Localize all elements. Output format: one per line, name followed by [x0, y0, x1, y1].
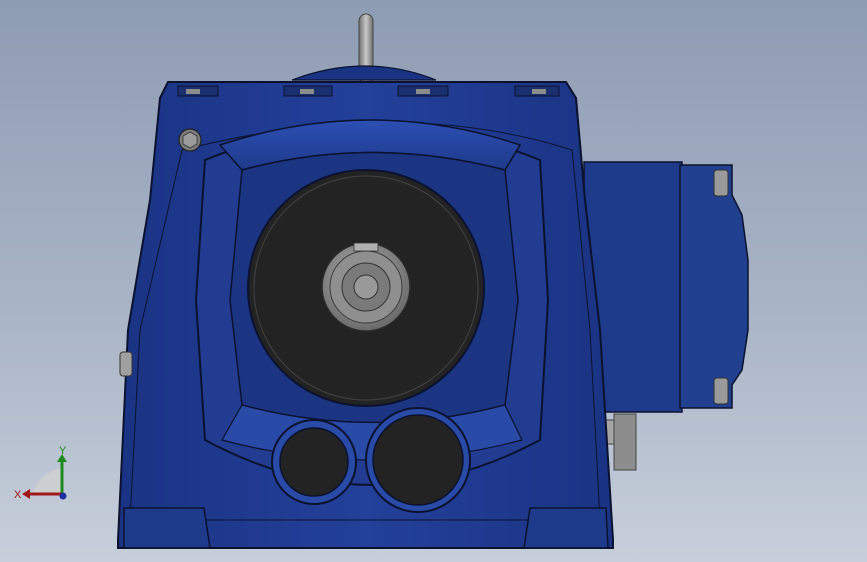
lifting-eye — [291, 13, 437, 85]
x-axis-label: X — [14, 489, 22, 501]
adapter-bolt-top — [713, 169, 729, 197]
y-axis-label: Y — [59, 445, 67, 457]
gearbox-model[interactable] — [0, 0, 867, 562]
adapter-fitting — [613, 413, 637, 471]
z-axis — [59, 492, 67, 500]
lower-bore-left — [271, 419, 357, 505]
motor-adapter — [583, 161, 749, 471]
adapter-bolt-bottom — [713, 377, 729, 405]
lower-bore-right — [365, 407, 471, 513]
shaft-keyway — [353, 242, 379, 252]
triad-plane — [32, 468, 62, 494]
output-shaft — [321, 242, 411, 332]
orientation-triad[interactable]: Y X — [10, 440, 80, 510]
side-bolt-left — [119, 351, 133, 377]
graphics-viewport[interactable]: Y X — [0, 0, 867, 562]
